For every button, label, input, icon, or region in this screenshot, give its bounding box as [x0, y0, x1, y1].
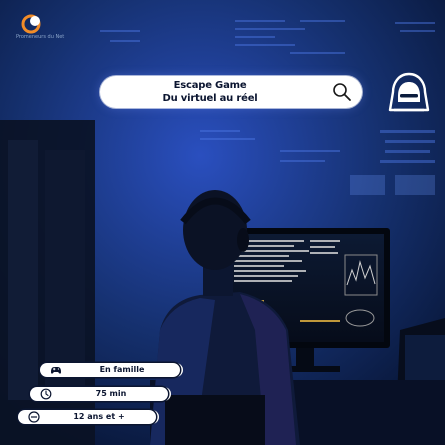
badge-duration-label: 75 min: [95, 389, 127, 398]
hooded-hacker-icon: [388, 72, 430, 112]
organization-logo: Promeneurs du Net: [14, 12, 66, 40]
clock-icon: [40, 388, 52, 400]
badge-age: 12 ans et +: [18, 410, 156, 424]
gamepad-icon: [51, 367, 61, 374]
badge-age-label: 12 ans et +: [73, 412, 125, 421]
badge-family-label: En famille: [99, 365, 145, 374]
badge-duration: 75 min: [30, 387, 168, 401]
promeneurs-logo-icon: [21, 14, 41, 34]
badge-family: En famille: [40, 363, 180, 377]
logo-text: Promeneurs du Net: [16, 34, 65, 40]
age-rating-icon: [28, 411, 40, 423]
search-icon[interactable]: [332, 82, 352, 102]
search-bar[interactable]: Escape Game Du virtuel au réel: [100, 76, 362, 108]
title-line-1: Escape Game: [173, 80, 247, 91]
background-hacker-scene: [0, 0, 445, 445]
title-line-2: Du virtuel au réel: [162, 93, 258, 104]
search-title: Escape Game Du virtuel au réel: [100, 79, 320, 105]
escape-game-visual: Promeneurs du Net Escape Game Du virtuel…: [0, 0, 445, 445]
